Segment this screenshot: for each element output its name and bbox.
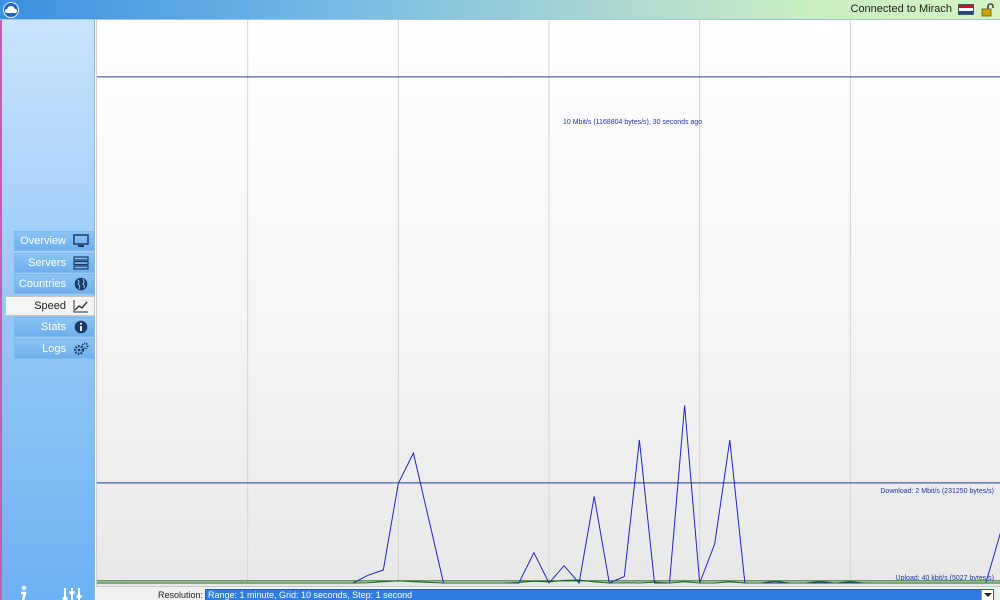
sidebar-item-speed[interactable]: Speed xyxy=(5,295,95,316)
sidebar-item-overview[interactable]: Overview xyxy=(14,231,95,251)
resolution-label: Resolution: xyxy=(158,590,204,600)
gears-icon xyxy=(73,342,89,356)
speed-chart-svg xyxy=(97,20,1000,585)
download-reference-label: Download: 2 Mbit/s (231250 bytes/s) xyxy=(880,488,994,495)
sidebar-item-label: Logs xyxy=(42,342,66,355)
sidebar-item-label: Servers xyxy=(28,256,66,269)
resolution-value: Range: 1 minute, Grid: 10 seconds, Step:… xyxy=(208,590,413,600)
servers-icon xyxy=(73,255,89,270)
speed-graph: 10 Mbit/s (1168804 bytes/s), 30 seconds … xyxy=(96,20,1000,586)
unlock-icon[interactable] xyxy=(981,3,995,20)
chart-icon xyxy=(73,299,89,313)
sidebar-item-label: Overview xyxy=(20,235,66,247)
upload-reference-label: Upload: 40 kbit/s (5027 bytes/s) xyxy=(895,575,994,582)
monitor-icon xyxy=(73,234,89,248)
sidebar-nav: Overview Servers Countries Speed Stats L… xyxy=(5,231,95,360)
cloud-logo-icon xyxy=(3,2,19,18)
sidebar-item-stats[interactable]: Stats xyxy=(14,317,95,337)
sidebar-item-countries[interactable]: Countries xyxy=(14,274,95,294)
peak-reference-label: 10 Mbit/s (1168804 bytes/s), 30 seconds … xyxy=(563,119,703,126)
info-icon[interactable] xyxy=(16,585,30,600)
sidebar-item-label: Countries xyxy=(18,278,66,290)
resolution-select[interactable]: Range: 1 minute, Grid: 10 seconds, Step:… xyxy=(205,589,994,600)
sidebar-item-logs[interactable]: Logs xyxy=(14,338,95,359)
netherlands-flag-icon xyxy=(958,4,974,15)
title-bar: Connected to Mirach xyxy=(0,0,1000,20)
connection-status: Connected to Mirach xyxy=(850,3,953,15)
mixer-icon[interactable] xyxy=(62,586,82,600)
globe-icon xyxy=(73,277,89,291)
sidebar: Overview Servers Countries Speed Stats L… xyxy=(2,20,95,600)
info-circle-icon xyxy=(73,320,89,334)
chevron-down-icon[interactable] xyxy=(981,590,993,600)
sidebar-item-label: Stats xyxy=(40,321,66,333)
sidebar-item-servers[interactable]: Servers xyxy=(14,252,95,273)
sidebar-item-label: Speed xyxy=(34,299,66,312)
bottom-bar: Resolution: Range: 1 minute, Grid: 10 se… xyxy=(96,586,1000,600)
